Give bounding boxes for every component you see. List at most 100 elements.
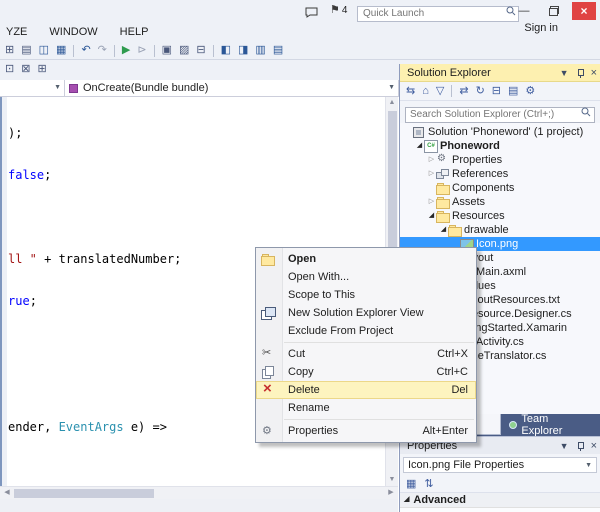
chevron-collapsed-icon[interactable]: ▷ <box>427 195 436 209</box>
menu-item-open-with[interactable]: Open With... <box>256 268 476 286</box>
chevron-expanded-icon: ◢ <box>404 493 409 507</box>
tree-item-assets[interactable]: ▷Assets <box>400 195 600 209</box>
properties-panel: Properties ▼ × Icon.png File Properties … <box>400 436 600 512</box>
folder-icon <box>436 182 449 194</box>
properties-icon <box>436 154 449 166</box>
alphabetical-sort-icon[interactable]: ⇅ <box>424 479 433 490</box>
solution-explorer-search-box[interactable] <box>405 104 595 120</box>
start-debug-icon[interactable]: ▶ <box>122 45 130 56</box>
tree-item-references[interactable]: ▷References <box>400 167 600 181</box>
menu-item-exclude-from-project[interactable]: Exclude From Project <box>256 322 476 340</box>
minimize-button[interactable]: — <box>512 2 536 20</box>
window-position-icon[interactable]: ▼ <box>560 441 569 451</box>
sign-in-button[interactable]: Sign in <box>524 22 558 34</box>
display-quick-info-icon[interactable]: ⊡ <box>5 64 14 75</box>
title-bar: ⚑4 — × <box>0 0 600 22</box>
tree-item-properties[interactable]: ▷Properties <box>400 153 600 167</box>
redo-icon[interactable]: ↷ <box>98 45 107 56</box>
type-dropdown[interactable]: ▼ <box>0 80 65 96</box>
sync-with-active-document-icon[interactable]: ⇄ <box>459 86 468 97</box>
menu-analyze[interactable]: YZE <box>4 24 29 40</box>
chevron-down-icon: ▼ <box>585 462 592 469</box>
menu-item-properties[interactable]: PropertiesAlt+Enter <box>256 422 476 440</box>
filter-icon[interactable]: ▽ <box>436 86 444 97</box>
auto-hide-pin-icon[interactable] <box>576 441 584 452</box>
chevron-expanded-icon[interactable]: ◢ <box>415 139 424 153</box>
show-all-files-icon[interactable]: ▤ <box>508 86 518 97</box>
solution-explorer-search-input[interactable] <box>405 107 595 123</box>
uncomment-icon[interactable]: ⊟ <box>196 45 205 56</box>
chevron-down-icon: ▼ <box>388 84 395 91</box>
csharp-project-icon <box>424 140 437 152</box>
toolbar-separator <box>213 45 214 57</box>
member-dropdown[interactable]: OnCreate(Bundle bundle) ▼ <box>65 80 399 96</box>
comment-icon[interactable]: ▨ <box>179 45 189 56</box>
folder-icon <box>436 196 449 208</box>
tree-item-phoneword-project[interactable]: ◢Phoneword <box>400 139 600 153</box>
properties-icon[interactable]: ⚙ <box>525 86 535 97</box>
undo-icon[interactable]: ↶ <box>81 45 90 56</box>
chevron-expanded-icon[interactable]: ◢ <box>439 223 448 237</box>
categorized-icon[interactable]: ▦ <box>406 479 416 490</box>
chevron-collapsed-icon[interactable]: ▷ <box>427 153 436 167</box>
menu-item-open[interactable]: Open <box>256 250 476 268</box>
folder-icon <box>436 210 449 222</box>
menu-item-copy[interactable]: CopyCtrl+C <box>256 363 476 381</box>
toolbar-separator <box>114 45 115 57</box>
close-button[interactable]: × <box>572 2 596 20</box>
tree-item-solution[interactable]: Solution 'Phoneword' (1 project) <box>400 125 600 139</box>
step-over-icon[interactable]: ⊳ <box>137 45 146 56</box>
properties-category-advanced[interactable]: ◢ Advanced <box>400 493 600 508</box>
scroll-down-icon[interactable]: ▼ <box>386 475 398 485</box>
menu-item-delete[interactable]: DeleteDel <box>256 381 476 399</box>
scroll-up-icon[interactable]: ▲ <box>386 98 398 108</box>
menu-help[interactable]: HELP <box>118 24 151 40</box>
close-icon[interactable]: × <box>591 440 597 452</box>
notifications-flag-icon[interactable]: ⚑4 <box>330 3 347 16</box>
bookmark-prev-icon[interactable]: ◧ <box>221 45 231 56</box>
horizontal-scrollbar[interactable]: ◀ ▶ <box>0 486 398 499</box>
menu-item-new-solution-explorer-view[interactable]: New Solution Explorer View <box>256 304 476 322</box>
glyph-margin <box>2 97 7 486</box>
scroll-left-icon[interactable]: ◀ <box>1 487 13 499</box>
feedback-icon[interactable] <box>305 5 318 23</box>
list-members-icon[interactable]: ⊞ <box>37 64 46 75</box>
menu-window[interactable]: WINDOW <box>47 24 99 40</box>
menu-item-rename[interactable]: Rename <box>256 399 476 417</box>
new-file-icon[interactable]: ⊞ <box>5 45 14 56</box>
chevron-expanded-icon[interactable]: ◢ <box>427 209 436 223</box>
home-icon[interactable]: ⌂ <box>422 86 429 97</box>
tree-item-resources[interactable]: ◢Resources <box>400 209 600 223</box>
restore-button[interactable] <box>542 2 566 20</box>
bookmark-next-icon[interactable]: ◨ <box>238 45 248 56</box>
auto-hide-pin-icon[interactable] <box>576 68 584 79</box>
horizontal-scrollbar-thumb[interactable] <box>14 489 154 498</box>
toggle-bookmark-icon[interactable]: ⊠ <box>21 64 30 75</box>
tree-item-drawable[interactable]: ◢drawable <box>400 223 600 237</box>
back-icon[interactable]: ⇆ <box>406 86 415 97</box>
solution-explorer-header[interactable]: Solution Explorer ▼ × <box>400 64 600 82</box>
properties-object-dropdown[interactable]: Icon.png File Properties ▼ <box>403 457 597 473</box>
scroll-right-icon[interactable]: ▶ <box>385 487 397 499</box>
open-file-icon[interactable]: ▤ <box>21 45 31 56</box>
close-icon[interactable]: × <box>591 67 597 79</box>
context-menu: Open Open With... Scope to This New Solu… <box>255 247 477 443</box>
find-icon[interactable]: ▣ <box>162 45 172 56</box>
collapse-all-icon[interactable]: ⊟ <box>492 86 501 97</box>
tab-team-explorer[interactable]: Team Explorer <box>501 414 600 435</box>
team-explorer-icon <box>509 421 517 429</box>
editor-bottom-strip <box>0 499 398 512</box>
indent-icon[interactable]: ▥ <box>255 45 265 56</box>
quick-launch-input[interactable] <box>357 6 519 22</box>
chevron-collapsed-icon[interactable]: ▷ <box>427 167 436 181</box>
menu-item-cut[interactable]: CutCtrl+X <box>256 345 476 363</box>
window-position-icon[interactable]: ▼ <box>560 68 569 78</box>
code-line: false; <box>8 168 384 182</box>
menu-item-scope-to-this[interactable]: Scope to This <box>256 286 476 304</box>
quick-launch-box[interactable] <box>357 3 519 19</box>
save-icon[interactable]: ◫ <box>39 45 49 56</box>
tree-item-components[interactable]: Components <box>400 181 600 195</box>
outdent-icon[interactable]: ▤ <box>273 45 283 56</box>
refresh-icon[interactable]: ↻ <box>476 86 485 97</box>
save-all-icon[interactable]: ▦ <box>56 45 66 56</box>
